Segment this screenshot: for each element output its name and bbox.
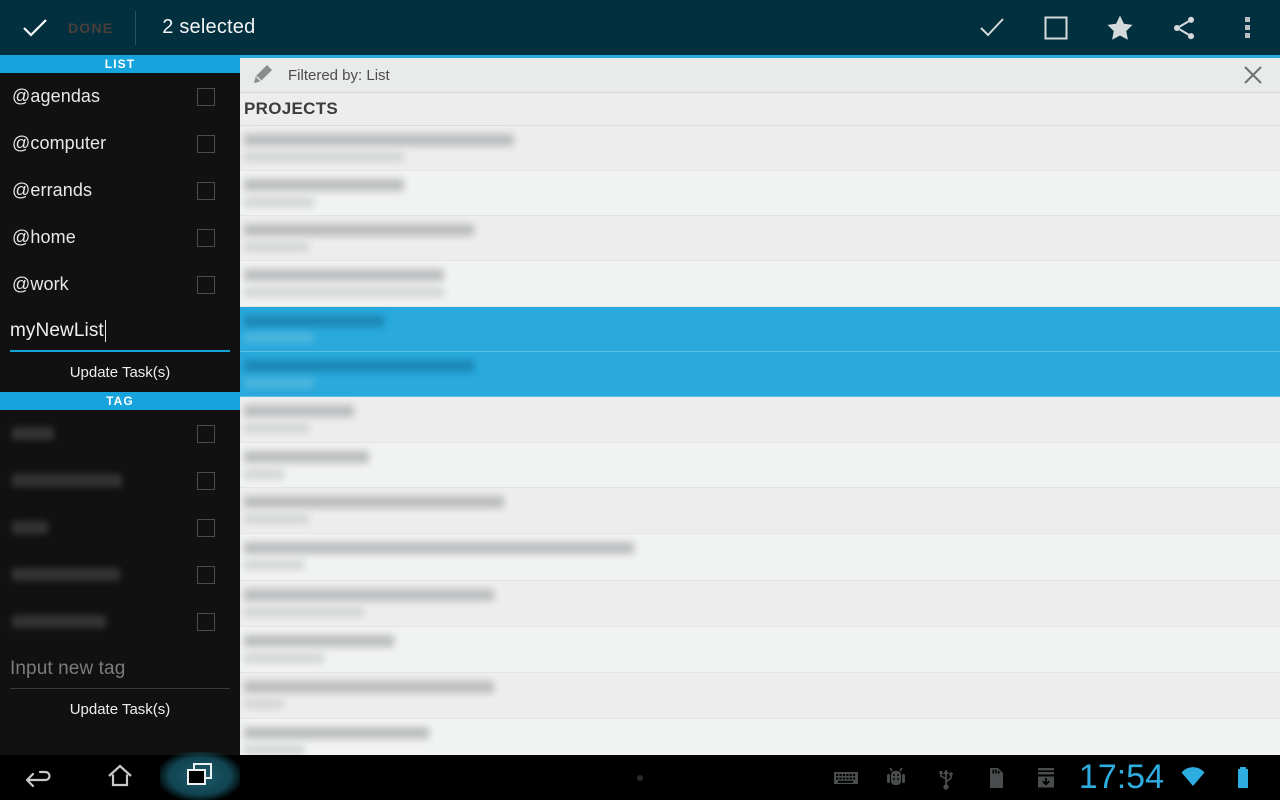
sidebar-tag-checkbox[interactable] xyxy=(197,471,215,490)
sidebar-item-checkbox[interactable] xyxy=(197,275,215,294)
star-icon xyxy=(1105,13,1135,43)
task-row[interactable] xyxy=(240,261,1280,307)
redacted-tag-label xyxy=(12,427,54,440)
task-row[interactable] xyxy=(240,581,1280,627)
back-button[interactable] xyxy=(0,755,80,800)
update-tasks-tag-button[interactable]: Update Task(s) xyxy=(0,689,240,729)
new-list-input-value: myNewList xyxy=(10,320,104,341)
keyboard-icon[interactable] xyxy=(821,755,871,800)
section-header-projects: PROJECTS xyxy=(240,93,1280,126)
sidebar-item-label: @work xyxy=(12,274,69,294)
back-icon xyxy=(23,760,57,795)
new-list-input-wrap: myNewList xyxy=(0,312,240,352)
task-row[interactable] xyxy=(240,171,1280,216)
notification-dot xyxy=(637,774,643,781)
overflow-menu-icon xyxy=(1245,15,1251,41)
sidebar-tag-checkbox[interactable] xyxy=(197,565,215,584)
main-pane: Filtered by: List PROJECTS xyxy=(240,58,1280,755)
status-clock: 17:54 xyxy=(1078,758,1164,796)
done-button[interactable]: DONE xyxy=(0,0,113,55)
sidebar-item-label: @agendas xyxy=(12,86,101,106)
recent-apps-icon xyxy=(184,760,216,795)
home-button[interactable] xyxy=(80,755,160,800)
task-row[interactable] xyxy=(240,216,1280,261)
task-row[interactable] xyxy=(240,126,1280,171)
selection-count-title: 2 selected xyxy=(162,16,256,38)
redacted-tag-label xyxy=(12,568,120,581)
sidebar-tag-checkbox[interactable] xyxy=(197,518,215,537)
sd-card-icon xyxy=(971,755,1021,800)
sidebar-item-label: @home xyxy=(12,227,76,247)
home-icon xyxy=(105,760,135,795)
task-row[interactable] xyxy=(240,488,1280,534)
sidebar-item-errands[interactable]: @errands xyxy=(0,167,240,214)
sidebar-tag-item[interactable] xyxy=(0,551,240,598)
sidebar-tag-item[interactable] xyxy=(0,504,240,551)
redacted-tag-label xyxy=(12,474,122,487)
download-icon xyxy=(1021,755,1071,800)
task-row[interactable] xyxy=(240,627,1280,673)
sidebar-item-computer[interactable]: @computer xyxy=(0,120,240,167)
sidebar-item-label: @computer xyxy=(12,133,107,153)
task-list xyxy=(240,126,1280,755)
star-button[interactable] xyxy=(1088,0,1152,55)
overflow-menu-button[interactable] xyxy=(1216,0,1280,55)
sidebar-tag-checkbox[interactable] xyxy=(197,612,215,631)
sidebar-tag-checkbox[interactable] xyxy=(197,424,215,443)
wifi-icon xyxy=(1168,755,1218,800)
nav-button-group xyxy=(0,752,240,800)
new-tag-input[interactable]: Input new tag xyxy=(10,649,230,689)
redacted-tag-label xyxy=(12,521,48,534)
filter-label: Filtered by: List xyxy=(288,66,390,84)
android-debug-icon xyxy=(871,755,921,800)
task-row[interactable] xyxy=(240,534,1280,581)
status-icon-group: 17:54 xyxy=(821,755,1280,800)
tag-icon xyxy=(250,62,276,88)
new-list-input[interactable]: myNewList xyxy=(10,312,230,352)
sidebar-item-checkbox[interactable] xyxy=(197,87,215,106)
action-bar-buttons xyxy=(960,0,1280,55)
share-icon xyxy=(1170,14,1198,42)
check-icon xyxy=(20,13,50,43)
task-row[interactable] xyxy=(240,443,1280,488)
check-icon xyxy=(978,14,1006,42)
sidebar-item-label: @errands xyxy=(12,180,93,200)
recent-apps-button[interactable] xyxy=(160,752,240,800)
sidebar-item-checkbox[interactable] xyxy=(197,228,215,247)
sidebar: LIST @agendas @computer @errands @home @… xyxy=(0,55,240,755)
mark-complete-button[interactable] xyxy=(960,0,1024,55)
done-label: DONE xyxy=(68,19,114,36)
update-tasks-list-button[interactable]: Update Task(s) xyxy=(0,352,240,392)
square-checkbox-icon xyxy=(1043,15,1069,41)
share-button[interactable] xyxy=(1152,0,1216,55)
text-caret xyxy=(104,320,106,342)
sidebar-item-agendas[interactable]: @agendas xyxy=(0,73,240,120)
task-row[interactable] xyxy=(240,397,1280,443)
screen-root: DONE 2 selected LIST @agendas @computer … xyxy=(0,0,1280,800)
sidebar-tag-item[interactable] xyxy=(0,457,240,504)
select-all-button[interactable] xyxy=(1024,0,1088,55)
new-tag-input-placeholder: Input new tag xyxy=(10,657,126,679)
action-bar: DONE 2 selected xyxy=(0,0,1280,55)
sidebar-tag-header: TAG xyxy=(0,392,240,410)
redacted-tag-label xyxy=(12,615,106,628)
sidebar-item-checkbox[interactable] xyxy=(197,134,215,153)
sidebar-item-checkbox[interactable] xyxy=(197,181,215,200)
close-icon[interactable] xyxy=(1242,64,1264,86)
sidebar-item-work[interactable]: @work xyxy=(0,261,240,308)
task-row[interactable] xyxy=(240,719,1280,755)
task-row-selected[interactable] xyxy=(240,352,1280,397)
task-row-selected[interactable] xyxy=(240,307,1280,352)
usb-icon xyxy=(921,755,971,800)
sidebar-list-header: LIST xyxy=(0,55,240,73)
new-tag-input-wrap: Input new tag xyxy=(0,649,240,689)
system-navigation-bar: 17:54 xyxy=(0,752,1280,800)
battery-icon xyxy=(1218,755,1268,800)
sidebar-tag-item[interactable] xyxy=(0,598,240,645)
sidebar-tag-item[interactable] xyxy=(0,410,240,457)
sidebar-item-home[interactable]: @home xyxy=(0,214,240,261)
actionbar-divider xyxy=(135,10,137,45)
filter-bar: Filtered by: List xyxy=(240,58,1280,93)
task-row[interactable] xyxy=(240,673,1280,719)
